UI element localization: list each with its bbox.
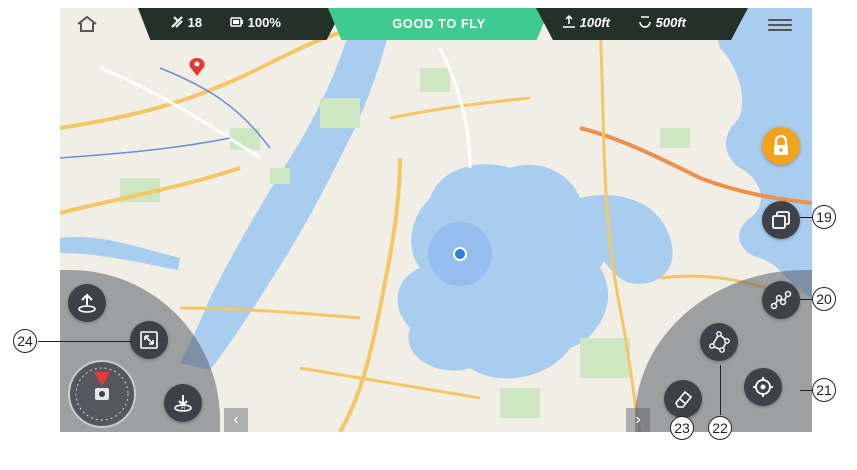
compass-icon — [75, 367, 129, 421]
menu-button[interactable] — [768, 16, 792, 34]
chevron-left-icon: ‹ — [233, 411, 239, 428]
altitude-value: 100ft — [579, 15, 610, 30]
locate-button[interactable] — [744, 368, 782, 406]
svg-text:H: H — [181, 406, 185, 412]
polygon-route-button[interactable] — [700, 323, 738, 361]
distance-value: 500ft — [655, 15, 686, 30]
fullscreen-toggle-button[interactable] — [130, 321, 168, 359]
satellite-status: 18 — [170, 15, 202, 30]
return-home-button[interactable]: H — [164, 384, 202, 422]
flight-status-text: GOOD TO FLY — [392, 16, 486, 31]
home-icon — [77, 15, 97, 32]
lock-icon — [774, 135, 788, 155]
callout-22: 22 — [708, 416, 732, 440]
takeoff-button[interactable] — [68, 284, 106, 322]
distance-readout: 500ft — [638, 15, 686, 30]
callout-21: 21 — [812, 378, 836, 402]
altitude-icon — [563, 14, 575, 28]
expand-right-panel-button[interactable]: › — [626, 408, 650, 432]
callout-20: 20 — [812, 287, 836, 311]
fullscreen-icon — [140, 331, 158, 349]
satellite-icon — [171, 16, 183, 28]
callout-line-24 — [38, 341, 132, 343]
callout-23: 23 — [670, 416, 694, 440]
menu-icon — [768, 19, 792, 31]
home-button[interactable] — [72, 12, 102, 36]
satellite-count: 18 — [187, 15, 203, 30]
polygon-route-icon — [709, 331, 730, 353]
chevron-right-icon: › — [635, 411, 641, 428]
compass-widget — [68, 360, 136, 428]
lock-button[interactable] — [762, 127, 800, 165]
return-home-icon: H — [174, 395, 192, 412]
battery-status: 100% — [230, 15, 281, 30]
collapse-left-panel-button[interactable]: ‹ — [224, 408, 248, 432]
distance-icon — [639, 16, 651, 28]
top-status-bar: 18 100% GOOD TO FLY 100ft 500ft — [60, 8, 812, 40]
locate-icon — [753, 377, 773, 397]
takeoff-icon — [78, 293, 96, 313]
callout-19: 19 — [812, 205, 836, 229]
app-screen: 18 100% GOOD TO FLY 100ft 500ft H ‹ › — [60, 8, 812, 432]
altitude-readout: 100ft — [562, 14, 610, 30]
waypoint-route-icon — [770, 290, 792, 310]
erase-route-button[interactable] — [664, 380, 702, 418]
waypoint-route-button[interactable] — [762, 281, 800, 319]
battery-icon — [230, 17, 243, 27]
layers-icon — [772, 211, 790, 229]
callout-line-22 — [720, 365, 722, 415]
map-layers-button[interactable] — [762, 201, 800, 239]
callout-24: 24 — [13, 329, 37, 353]
eraser-icon — [675, 390, 693, 408]
battery-level: 100% — [247, 15, 281, 30]
